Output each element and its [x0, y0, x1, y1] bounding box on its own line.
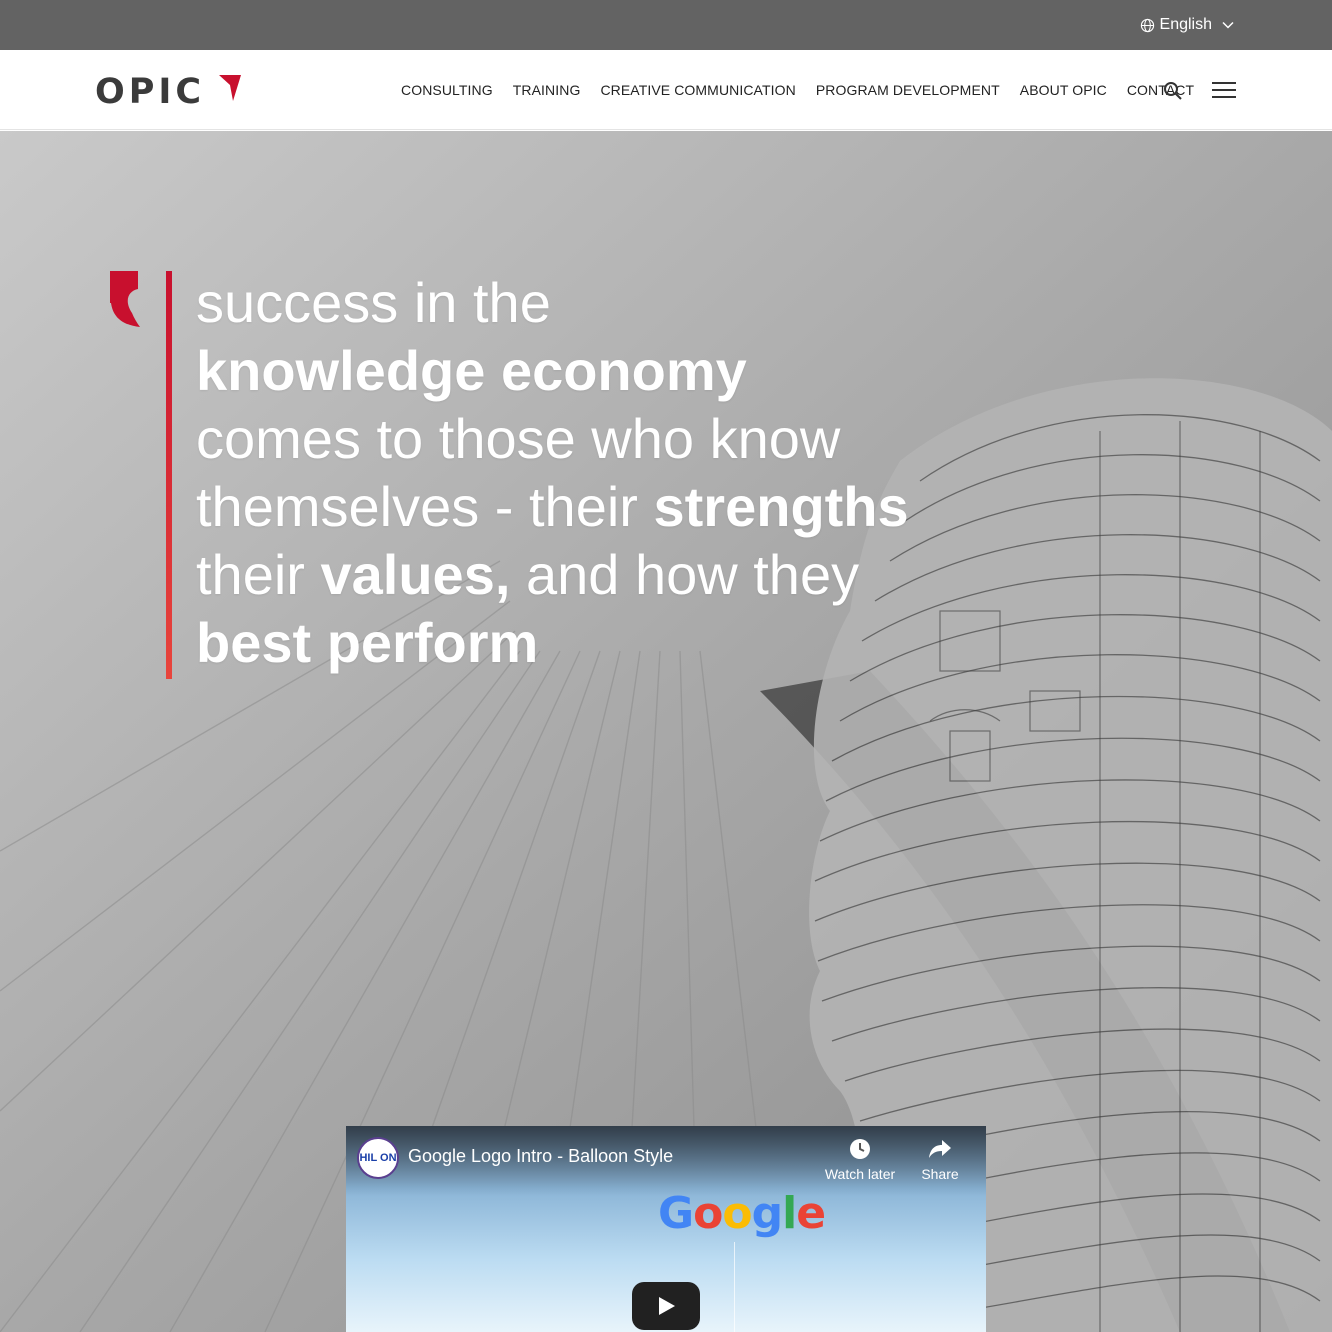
nav-consulting[interactable]: CONSULTING [391, 82, 503, 98]
quote-line-5b: values, [320, 543, 511, 606]
logo-text: OPIC [95, 71, 206, 112]
quote-line-3: comes to those who know [196, 407, 841, 470]
watch-later-label: Watch later [824, 1166, 896, 1182]
nav-program-development[interactable]: PROGRAM DEVELOPMENT [806, 82, 1010, 98]
logo-letter: o [722, 1188, 752, 1239]
logo-letter: o [693, 1188, 723, 1239]
site-header: OPIC CONSULTING TRAINING CREATIVE COMMUN… [0, 50, 1332, 130]
logo-letter: l [782, 1188, 797, 1239]
logo-letter: e [796, 1188, 826, 1239]
video-title[interactable]: Google Logo Intro - Balloon Style [408, 1146, 673, 1167]
logo-letter: G [658, 1188, 694, 1239]
google-balloon-logo: Google [658, 1192, 826, 1236]
nav-creative-communication[interactable]: CREATIVE COMMUNICATION [590, 82, 805, 98]
hamburger-menu-icon[interactable] [1212, 82, 1238, 100]
language-selector[interactable]: English [1140, 14, 1234, 36]
language-label: English [1159, 16, 1212, 33]
watch-later-button[interactable]: Watch later [820, 1138, 900, 1182]
channel-badge-text: HIL ON [359, 1152, 397, 1164]
globe-icon [1140, 18, 1155, 33]
quote-line-5a: their [196, 543, 321, 606]
clock-icon [850, 1139, 870, 1159]
chevron-down-icon [1222, 21, 1234, 29]
main-nav: CONSULTING TRAINING CREATIVE COMMUNICATI… [391, 77, 1204, 103]
nav-contact[interactable]: CONTACT [1117, 82, 1204, 98]
play-button[interactable] [632, 1282, 700, 1330]
nav-about-opic[interactable]: ABOUT OPIC [1010, 82, 1117, 98]
opic-logo[interactable]: OPIC [95, 74, 243, 110]
quote-line-5c: and how they [510, 543, 860, 606]
share-label: Share [921, 1166, 959, 1182]
share-arrow-icon [929, 1140, 951, 1158]
quote-line-4b: strengths [653, 475, 909, 538]
nav-training[interactable]: TRAINING [503, 82, 591, 98]
balloon-string [734, 1242, 735, 1332]
hero-quote: success in the knowledge economy comes t… [196, 269, 956, 677]
top-bar: English [0, 0, 1332, 50]
search-icon[interactable] [1162, 80, 1184, 102]
quote-accent-bar [166, 271, 172, 679]
quote-line-4a: themselves - their [196, 475, 654, 538]
play-icon [659, 1297, 675, 1315]
video-embed[interactable]: HIL ON Google Logo Intro - Balloon Style… [346, 1126, 986, 1332]
logo-arrow-icon [219, 75, 241, 101]
quote-mark-icon [110, 271, 140, 327]
logo-letter: g [751, 1188, 783, 1239]
quote-line-6: best perform [196, 611, 539, 674]
quote-line-1: success in the [196, 271, 551, 334]
channel-avatar[interactable]: HIL ON [357, 1137, 399, 1179]
quote-line-2: knowledge economy [196, 339, 747, 402]
hero-section: success in the knowledge economy comes t… [0, 131, 1332, 1332]
share-button[interactable]: Share [900, 1138, 980, 1182]
